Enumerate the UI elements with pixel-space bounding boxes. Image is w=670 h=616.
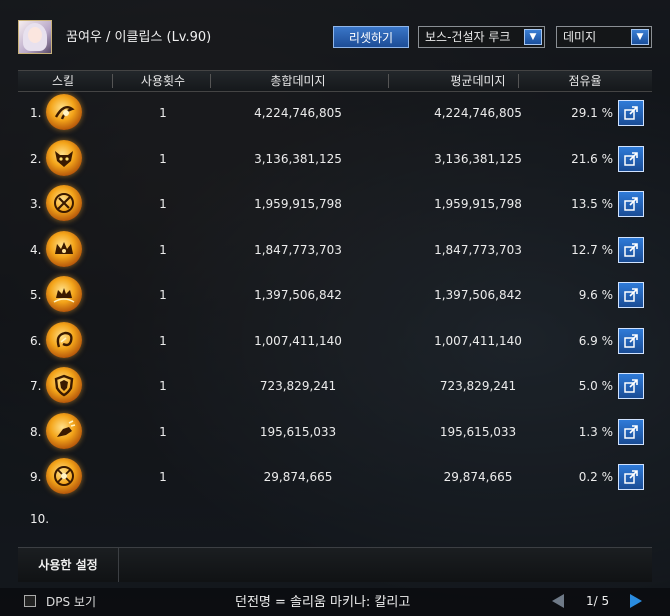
average-damage: 1,847,773,703 xyxy=(434,242,522,257)
character-avatar xyxy=(18,20,52,54)
row-index: 9. xyxy=(30,470,42,484)
metric-select[interactable]: 데미지 ▼ xyxy=(556,26,652,48)
damage-share: 29.1 % xyxy=(571,106,613,120)
table-row: 2. 1 3,136,381,125 3,136,381,125 21.6 % xyxy=(18,136,652,182)
average-damage: 1,007,411,140 xyxy=(434,333,522,348)
row-index: 7. xyxy=(30,379,42,393)
fist-strike-icon xyxy=(46,412,82,449)
share-icon[interactable] xyxy=(618,282,644,308)
row-index: 1. xyxy=(30,106,42,120)
chevron-down-icon[interactable]: ▼ xyxy=(631,29,649,45)
crown-aura-icon xyxy=(46,276,82,312)
row-index: 5. xyxy=(30,288,42,302)
spiral-slash-icon xyxy=(46,94,82,130)
total-damage: 1,847,773,703 xyxy=(254,242,342,257)
total-damage: 29,874,665 xyxy=(263,470,333,484)
table-row: 1. 1 4,224,746,805 4,224,746,805 29.1 % xyxy=(18,90,652,136)
shield-icon xyxy=(46,367,82,403)
share-icon[interactable] xyxy=(618,191,644,217)
table-row: 6. 1 1,007,411,140 1,007,411,140 6.9 % xyxy=(18,318,652,364)
col-total: 총합데미지 xyxy=(270,74,326,88)
table-row: 9. 1 29,874,665 29,874,665 0.2 % xyxy=(18,454,652,500)
use-count: 1 xyxy=(159,106,167,120)
use-count: 1 xyxy=(159,470,167,484)
col-skill: 스킬 xyxy=(51,74,75,88)
share-icon[interactable] xyxy=(618,327,644,354)
damage-share: 13.5 % xyxy=(571,197,613,211)
total-damage: 1,007,411,140 xyxy=(254,333,342,348)
row-index: 2. xyxy=(30,151,42,166)
table-row: 3. 1 1,959,915,798 1,959,915,798 13.5 % xyxy=(18,181,652,227)
whip-spiral-icon xyxy=(46,321,82,358)
crossed-slash-icon xyxy=(46,185,82,221)
chevron-down-icon[interactable]: ▼ xyxy=(524,29,542,45)
bottom-bar: DPS 보기 던전명 = 솔리움 마키나: 칼리고 1/ 5 xyxy=(0,588,670,616)
average-damage: 723,829,241 xyxy=(439,379,517,393)
character-name: 꿈여우 / 이클립스 (Lv.90) xyxy=(66,30,212,45)
total-damage: 723,829,241 xyxy=(259,379,337,393)
total-damage: 195,615,033 xyxy=(259,424,337,439)
table-row: 7. 1 723,829,241 723,829,241 5.0 % xyxy=(18,363,652,409)
use-count: 1 xyxy=(159,197,167,211)
damage-share: 5.0 % xyxy=(578,379,613,393)
row-index: 8. xyxy=(30,424,42,439)
damage-share: 1.3 % xyxy=(578,424,613,439)
col-uses: 사용횟수 xyxy=(140,74,186,88)
table-row: 5. 1 1,397,506,842 1,397,506,842 9.6 % xyxy=(18,272,652,318)
footer-bar: 사용한 설정 xyxy=(18,547,652,582)
target-select-value: 보스-건설자 루크 xyxy=(425,30,511,44)
damage-share: 6.9 % xyxy=(578,333,613,348)
average-damage: 4,224,746,805 xyxy=(434,106,522,120)
dps-checkbox[interactable] xyxy=(24,595,36,607)
crown-icon xyxy=(46,230,82,267)
average-damage: 3,136,381,125 xyxy=(434,151,522,166)
metric-select-value: 데미지 xyxy=(563,30,597,44)
total-damage: 3,136,381,125 xyxy=(254,151,342,166)
total-damage: 1,959,915,798 xyxy=(254,197,342,211)
row-index: 3. xyxy=(30,197,42,211)
dps-meter-panel: 꿈여우 / 이클립스 (Lv.90) 리셋하기 보스-건설자 루크 ▼ 데미지 … xyxy=(0,0,670,616)
damage-share: 12.7 % xyxy=(571,242,613,257)
demon-mask-icon xyxy=(46,139,82,176)
row-index: 4. xyxy=(30,242,42,257)
reset-button[interactable]: 리셋하기 xyxy=(333,26,409,48)
table-header: 스킬 사용횟수 총합데미지 평균데미지 점유율 xyxy=(18,70,652,92)
share-icon[interactable] xyxy=(618,464,644,490)
average-damage: 1,959,915,798 xyxy=(434,197,522,211)
table-row: 8. 1 195,615,033 195,615,033 1.3 % xyxy=(18,409,652,455)
share-icon[interactable] xyxy=(618,418,644,445)
table-row: 4. 1 1,847,773,703 1,847,773,703 12.7 % xyxy=(18,227,652,273)
use-count: 1 xyxy=(159,424,167,439)
use-count: 1 xyxy=(159,333,167,348)
share-icon[interactable] xyxy=(618,145,644,172)
next-page-icon[interactable] xyxy=(630,594,642,608)
target-select[interactable]: 보스-건설자 루크 ▼ xyxy=(418,26,545,48)
rune-circle-icon xyxy=(46,458,82,494)
share-icon[interactable] xyxy=(618,373,644,399)
dps-label: DPS 보기 xyxy=(46,595,96,609)
average-damage: 29,874,665 xyxy=(443,470,513,484)
used-settings-tab[interactable]: 사용한 설정 xyxy=(18,548,119,582)
use-count: 1 xyxy=(159,379,167,393)
damage-share: 21.6 % xyxy=(571,151,613,166)
share-icon[interactable] xyxy=(618,236,644,263)
col-share: 점유율 xyxy=(568,74,602,88)
row-index: 6. xyxy=(30,333,42,348)
total-damage: 4,224,746,805 xyxy=(254,106,342,120)
use-count: 1 xyxy=(159,151,167,166)
damage-share: 0.2 % xyxy=(578,470,613,484)
average-damage: 1,397,506,842 xyxy=(434,288,522,302)
page-indicator: 1/ 5 xyxy=(586,594,610,608)
row-index: 10. xyxy=(30,512,50,526)
prev-page-icon[interactable] xyxy=(552,594,564,608)
average-damage: 195,615,033 xyxy=(439,424,517,439)
dungeon-name: 던전명 = 솔리움 마키나: 칼리고 xyxy=(235,595,411,610)
use-count: 1 xyxy=(159,242,167,257)
use-count: 1 xyxy=(159,288,167,302)
damage-share: 9.6 % xyxy=(578,288,613,302)
total-damage: 1,397,506,842 xyxy=(254,288,342,302)
share-icon[interactable] xyxy=(618,100,644,126)
header: 꿈여우 / 이클립스 (Lv.90) 리셋하기 보스-건설자 루크 ▼ 데미지 … xyxy=(0,0,670,62)
